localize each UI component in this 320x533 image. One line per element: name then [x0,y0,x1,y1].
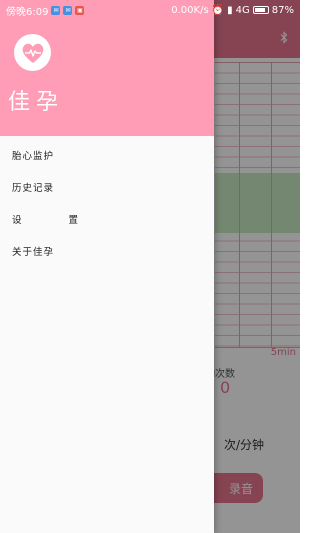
alarm-icon: ⏰ [211,4,225,16]
menu-item-label: 胎心监护 [12,151,55,162]
drawer-header: 佳孕 [0,0,214,136]
heart-pulse-icon [14,34,51,71]
notification-icon: ✉ [51,5,61,15]
notification-icon: ✉ [63,5,73,15]
menu-item-label: 设 置 [12,215,101,226]
menu-item-label: 历史记录 [12,183,55,194]
network-type: 4G [235,4,250,16]
menu-item-fetal-monitoring[interactable]: 胎心监护 [0,139,214,171]
app-title: 佳孕 [8,90,65,115]
notification-icon: ▣ [75,5,85,15]
menu-item-history[interactable]: 历史记录 [0,171,214,203]
navigation-drawer: 佳孕 胎心监护 历史记录 设 置 关于佳孕 [0,0,214,533]
menu-item-settings[interactable]: 设 置 [0,203,214,235]
drawer-menu: 胎心监护 历史记录 设 置 关于佳孕 [0,139,214,267]
signal-icon: ▮ [227,4,233,16]
status-time: 傍晚6:09 [6,6,49,18]
status-bar: 傍晚6:09 ✉ ✉ ▣ 0.00K/s ⏰ ▮ 4G 87% [0,0,300,20]
battery-percent: 87% [271,4,294,16]
menu-item-label: 关于佳孕 [12,247,55,258]
net-speed: 0.00K/s [171,4,209,16]
menu-item-about[interactable]: 关于佳孕 [0,235,214,267]
battery-icon [252,6,269,14]
